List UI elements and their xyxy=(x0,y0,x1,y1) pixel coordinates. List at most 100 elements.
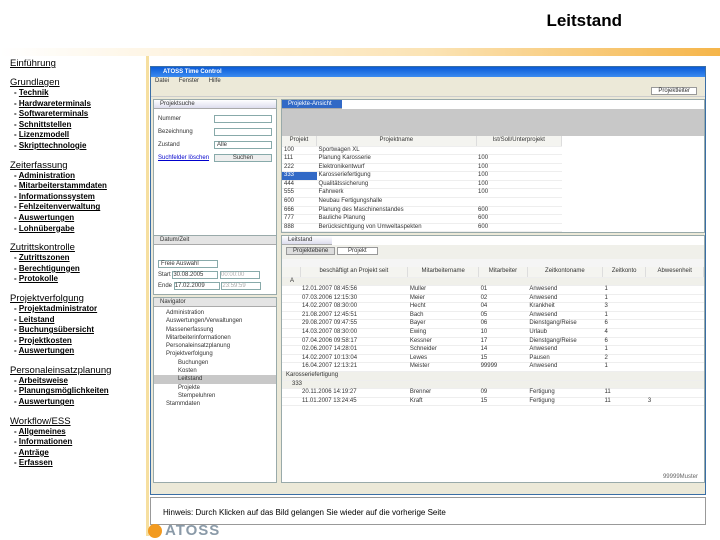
nav-link[interactable]: Auswertungen xyxy=(19,346,75,355)
table-row[interactable]: 29.08.2007 09:47:55 Bayer 06 Dienstgang/Rei… xyxy=(282,319,704,330)
nav-link[interactable]: Lohnübergabe xyxy=(19,224,75,233)
nav-link[interactable]: Administration xyxy=(19,171,75,180)
nav-link[interactable]: Berechtigungen xyxy=(19,264,80,273)
column-header[interactable]: Zeitkonto xyxy=(602,267,647,278)
nav-link[interactable]: Allgemeines xyxy=(19,427,66,436)
tree-item[interactable]: Stammdaten xyxy=(154,400,276,408)
table-row[interactable]: 888 Berücksichtigung von Umweltaspekten 60… xyxy=(282,223,562,233)
nav-section-title[interactable]: Zeiterfassung xyxy=(10,160,146,171)
search-button[interactable]: Suchen xyxy=(214,154,272,162)
nav-link[interactable]: Projektkosten xyxy=(19,336,72,345)
table-row[interactable]: 111 Planung Karosserie 100 xyxy=(282,154,562,164)
nav-link[interactable]: Informationssystem xyxy=(19,192,95,201)
menu-datei[interactable]: Datei xyxy=(155,78,169,84)
table-row[interactable]: 14.03.2007 08:30:00 Ewing 10 Urlaub 4 xyxy=(282,328,704,338)
tree-subitem[interactable]: Leitstand xyxy=(154,375,276,384)
tree-item[interactable]: Auswertungen/Verwaltungen xyxy=(154,317,276,325)
tree-item[interactable]: Personaleinsatzplanung xyxy=(154,342,276,350)
table-row[interactable]: 16.04.2007 12:13:21 Meister 99999 Anwesend 1 xyxy=(282,362,704,373)
group-row[interactable]: A xyxy=(282,277,704,287)
nav-section-title[interactable]: Einführung xyxy=(10,58,146,69)
column-header[interactable]: Ist/Soll/Unterprojekt xyxy=(476,136,563,147)
tab-projektsuche[interactable]: Projektsuche xyxy=(154,100,276,109)
start-date[interactable]: 30.08.2005 xyxy=(172,271,219,279)
table-row[interactable]: 666 Planung des Maschinenstandes 600 xyxy=(282,206,562,216)
nav-link[interactable]: Leitstand xyxy=(19,315,55,324)
group-row[interactable]: Karosseriefertigung xyxy=(282,371,704,381)
subtab-projekt[interactable]: Projekt xyxy=(337,247,378,255)
table-row[interactable]: 07.04.2006 09:58:17 Kessner 17 Dienstgang/R… xyxy=(282,337,704,347)
nav-section-title[interactable]: Personaleinsatzplanung xyxy=(10,365,146,376)
column-header[interactable]: Zeitkontoname xyxy=(527,267,603,278)
group-row[interactable]: 333 xyxy=(282,380,704,390)
tab-navigator[interactable]: Navigator xyxy=(154,298,276,307)
nav-link[interactable]: Projektadministrator xyxy=(19,304,97,313)
nav-section-title[interactable]: Projektverfolgung xyxy=(10,293,146,304)
nav-link[interactable]: Auswertungen xyxy=(19,213,75,222)
table-row[interactable]: 21.08.2007 12:45:51 Bach 05 Anwesend 1 xyxy=(282,311,704,321)
table-row[interactable]: 11.01.2007 13:24:45 Kraft 15 Fertigung 11 3 xyxy=(282,397,704,407)
table-row[interactable]: 555 Fahrwerk 100 xyxy=(282,188,562,199)
table-row[interactable]: 14.02.2007 08:30:00 Hecht 04 Krankheit 3 xyxy=(282,302,704,312)
tab-leitstand[interactable]: Leitstand xyxy=(282,236,332,245)
end-time[interactable]: 23:59:59 xyxy=(221,282,262,290)
column-header[interactable]: Mitarbeitername xyxy=(407,267,480,278)
table-row[interactable]: 600 Neubau Fertigungshalle xyxy=(282,197,562,207)
table-row[interactable]: 07.03.2006 12:15:30 Meier 02 Anwesend 1 xyxy=(282,294,704,304)
reset-link[interactable]: Suchfelder löschen xyxy=(158,155,209,161)
tab-datum-zeit[interactable]: Datum/Zeit xyxy=(154,236,276,245)
column-header[interactable]: Mitarbeiter xyxy=(478,267,528,278)
tree-item[interactable]: Massenerfassung xyxy=(154,326,276,334)
table-row[interactable]: 12.01.2007 08:45:56 Muller 01 Anwesend 1 xyxy=(282,285,704,295)
nav-link[interactable]: Auswertungen xyxy=(19,397,75,406)
nav-link[interactable]: Hardwareterminals xyxy=(19,99,91,108)
table-row[interactable]: 777 Bauliche Planung 600 xyxy=(282,214,562,224)
table-row[interactable]: 20.11.2006 14:19:27 Brenner 09 Fertigung 11 xyxy=(282,388,704,398)
nav-link[interactable]: Zutrittszonen xyxy=(19,253,70,262)
nav-link[interactable]: Arbeitsweise xyxy=(19,376,68,385)
nav-link[interactable]: Protokolle xyxy=(19,274,58,283)
tree-subitem[interactable]: Projekte xyxy=(154,384,276,392)
column-header[interactable]: Abwesenheit xyxy=(645,267,704,278)
nav-link[interactable]: Buchungsübersicht xyxy=(19,325,94,334)
range-select[interactable]: Freie Auswahl xyxy=(158,260,218,268)
bezeichnung-input[interactable] xyxy=(214,128,272,136)
tab-projekte-ansicht[interactable]: Projekte-Ansicht xyxy=(282,100,342,109)
subtab-projektebene[interactable]: Projektebene xyxy=(286,247,336,255)
menu-fenster[interactable]: Fenster xyxy=(179,78,199,84)
nav-section-title[interactable]: Workflow/ESS xyxy=(10,416,146,427)
table-row[interactable]: 02.06.2007 14:28:01 Schneider 14 Anwesend 1 xyxy=(282,345,704,355)
menu-hilfe[interactable]: Hilfe xyxy=(209,78,221,84)
nav-link[interactable]: Informationen xyxy=(19,437,72,446)
column-header[interactable]: Projekt xyxy=(282,136,318,147)
tree-subitem[interactable]: Stempeluhren xyxy=(154,392,276,400)
tree-item[interactable]: Mitarbeiterinformationen xyxy=(154,334,276,342)
app-screenshot[interactable]: ATOSS Time Control Datei Fenster Hilfe P… xyxy=(150,66,706,495)
nav-link[interactable]: Technik xyxy=(19,88,49,97)
start-time[interactable]: 00:00:00 xyxy=(220,271,261,279)
nav-section-title[interactable]: Zutrittskontrolle xyxy=(10,242,146,253)
table-row[interactable]: 333 Karosseriefertigung 100 xyxy=(282,171,562,181)
table-row[interactable]: 14.02.2007 10:13:04 Lewes 15 Pausen 2 xyxy=(282,354,704,364)
nav-link[interactable]: Mitarbeiterstammdaten xyxy=(19,181,107,190)
perspective-button[interactable]: Projektleiter xyxy=(651,87,697,95)
table-row[interactable]: 444 Qualitätssicherung 100 xyxy=(282,180,562,190)
nav-link[interactable]: Fehlzeitenverwaltung xyxy=(19,202,100,211)
end-date[interactable]: 17.02.2009 xyxy=(173,282,220,290)
nav-link[interactable]: Anträge xyxy=(19,448,49,457)
tree-item[interactable]: Projektverfolgung xyxy=(154,350,276,358)
nav-section-title[interactable]: Grundlagen xyxy=(10,77,146,88)
nummer-input[interactable] xyxy=(214,115,272,123)
table-row[interactable]: 222 Elektronikentwurf 100 xyxy=(282,163,562,173)
zustand-select[interactable]: Alle xyxy=(214,141,272,149)
tree-item[interactable]: Administration xyxy=(154,309,276,317)
nav-link[interactable]: Erfassen xyxy=(19,458,53,467)
nav-link[interactable]: Skripttechnologie xyxy=(19,141,87,150)
tree-subitem[interactable]: Buchungen xyxy=(154,359,276,367)
column-header[interactable]: beschäftigt an Projekt seit xyxy=(300,267,409,278)
table-row[interactable]: 100 Sportwagen XL xyxy=(282,146,562,156)
nav-link[interactable]: Softwareterminals xyxy=(19,109,88,118)
nav-link[interactable]: Lizenzmodell xyxy=(19,130,69,139)
nav-link[interactable]: Schnittstellen xyxy=(19,120,71,129)
nav-link[interactable]: Planungsmöglichkeiten xyxy=(19,386,109,395)
